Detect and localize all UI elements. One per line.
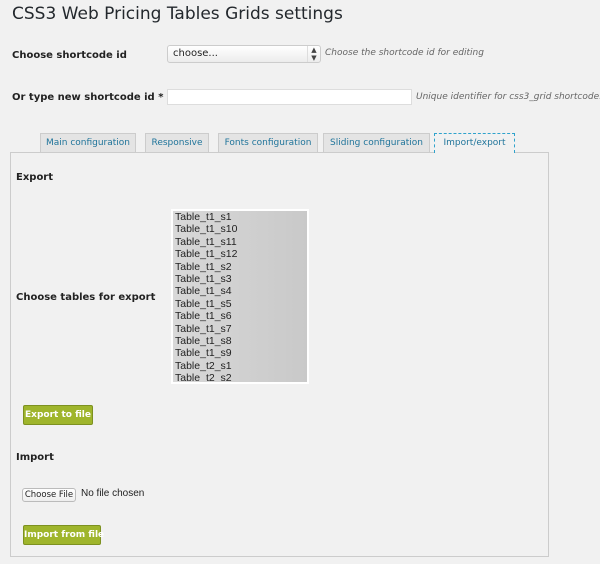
tab-import-export[interactable]: Import/export	[434, 133, 515, 153]
table-option[interactable]: Table_t1_s1	[175, 211, 307, 223]
file-status: No file chosen	[81, 488, 145, 499]
select-arrows-icon: ▲ ▼	[307, 46, 320, 62]
shortcode-select[interactable]: choose... ▲ ▼	[167, 45, 321, 63]
choose-file-button[interactable]: Choose File	[22, 488, 76, 502]
table-option[interactable]: Table_t1_s9	[175, 347, 307, 359]
table-option[interactable]: Table_t1_s12	[175, 248, 307, 260]
table-option[interactable]: Table_t1_s8	[175, 335, 307, 347]
export-button[interactable]: Export to file	[23, 405, 93, 425]
import-button[interactable]: Import from file	[23, 525, 104, 545]
tab-main-configuration[interactable]: Main configuration	[40, 133, 136, 152]
table-option[interactable]: Table_t2_s2	[175, 372, 307, 382]
table-option[interactable]: Table_t1_s6	[175, 310, 307, 322]
choose-shortcode-hint: Choose the shortcode id for editing	[325, 48, 484, 58]
page-title: CSS3 Web Pricing Tables Grids settings	[12, 4, 343, 24]
import-heading: Import	[16, 452, 54, 463]
choose-shortcode-label: Choose shortcode id	[12, 50, 127, 61]
tab-sliding-configuration[interactable]: Sliding configuration	[323, 133, 430, 152]
tables-label: Choose tables for export	[16, 292, 156, 303]
table-option[interactable]: Table_t1_s3	[175, 273, 307, 285]
tables-listbox[interactable]: Table_t1_s1 Table_t1_s10 Table_t1_s11 Table…	[171, 209, 309, 384]
new-shortcode-input[interactable]	[167, 89, 412, 105]
new-shortcode-label: Or type new shortcode id *	[12, 92, 164, 103]
table-option[interactable]: Table_t1_s10	[175, 223, 307, 235]
table-option[interactable]: Table_t1_s11	[175, 236, 307, 248]
new-shortcode-hint: Unique identifier for css3_grid shortcod…	[416, 92, 600, 102]
table-option[interactable]: Table_t1_s4	[175, 285, 307, 297]
table-option[interactable]: Table_t1_s7	[175, 323, 307, 335]
table-option[interactable]: Table_t1_s5	[175, 298, 307, 310]
shortcode-select-value: choose...	[173, 48, 218, 59]
table-option[interactable]: Table_t2_s1	[175, 360, 307, 372]
tab-responsive[interactable]: Responsive	[145, 133, 209, 152]
export-heading: Export	[16, 172, 54, 183]
tab-fonts-configuration[interactable]: Fonts configuration	[218, 133, 318, 152]
table-option[interactable]: Table_t1_s2	[175, 261, 307, 273]
